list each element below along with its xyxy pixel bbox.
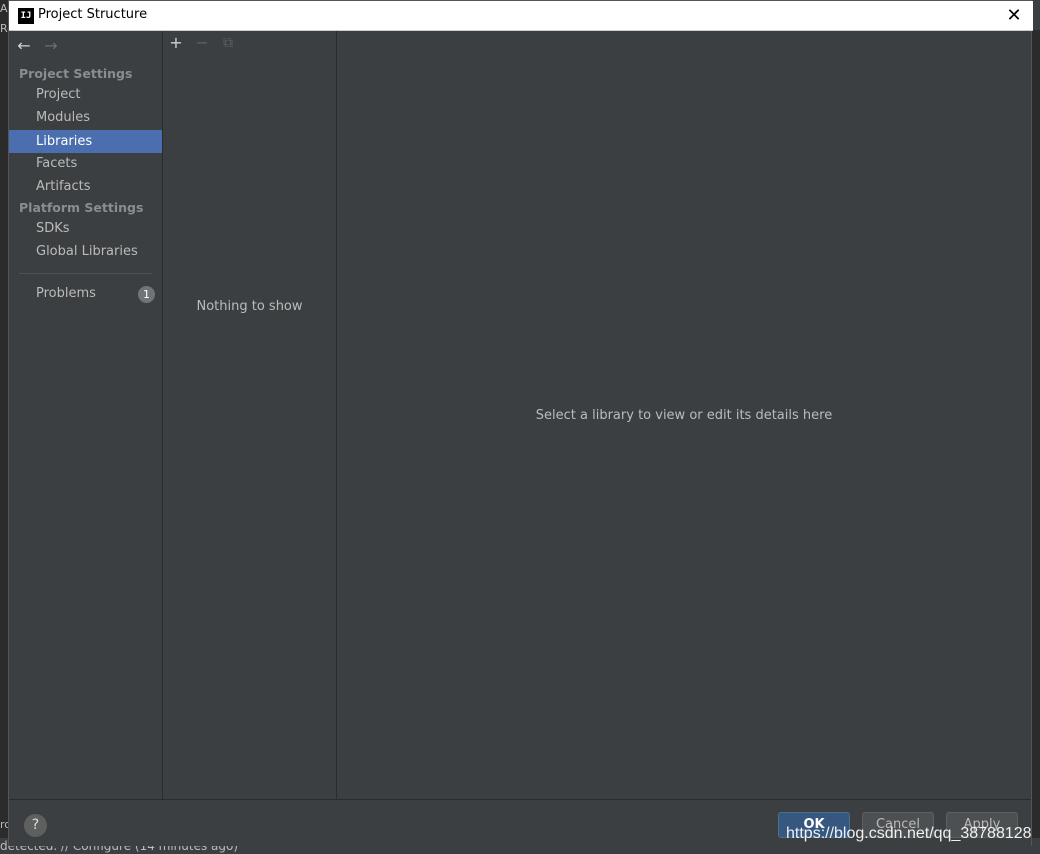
sidebar-item-modules[interactable]: Modules [9, 106, 162, 129]
project-settings-header: Project Settings [19, 66, 133, 81]
sidebar-item-label: Libraries [36, 134, 93, 149]
library-details-panel: Select a library to view or edit its det… [337, 31, 1031, 799]
sidebar-item-problems[interactable]: Problems 1 [9, 282, 162, 305]
sidebar-item-label: Artifacts [36, 179, 91, 194]
platform-settings-header: Platform Settings [19, 200, 144, 215]
add-icon[interactable]: + [167, 34, 185, 52]
help-button[interactable]: ? [24, 814, 47, 837]
window-title: Project Structure [38, 7, 148, 22]
sidebar-item-libraries[interactable]: Libraries [9, 130, 162, 153]
sidebar-item-label: SDKs [36, 221, 70, 236]
sidebar-divider [19, 273, 152, 274]
remove-icon[interactable]: − [193, 34, 211, 52]
sidebar-item-label: Project [36, 87, 81, 102]
sidebar-item-artifacts[interactable]: Artifacts [9, 175, 162, 198]
sidebar-item-label: Global Libraries [36, 244, 138, 259]
watermark-url: https://blog.csdn.net/qq_38788128 [786, 825, 1032, 842]
background-ide-strip: A Re ro [0, 0, 14, 854]
project-structure-dialog: IJ Project Structure ✕ ← → Project Setti… [8, 0, 1033, 846]
copy-icon[interactable]: ⧉ [219, 34, 237, 52]
sidebar-item-global-libraries[interactable]: Global Libraries [9, 240, 162, 263]
intellij-app-icon: IJ [18, 8, 34, 24]
forward-arrow-icon[interactable]: → [42, 37, 60, 55]
back-arrow-icon[interactable]: ← [15, 37, 33, 55]
sidebar-item-project[interactable]: Project [9, 83, 162, 106]
empty-list-text: Nothing to show [196, 299, 303, 314]
sidebar-item-label: Modules [36, 110, 91, 125]
problems-count-badge: 1 [138, 286, 155, 303]
details-placeholder-text: Select a library to view or edit its det… [535, 408, 833, 423]
sidebar-item-sdks[interactable]: SDKs [9, 217, 162, 240]
sidebar-item-label: Problems [36, 286, 96, 301]
sidebar-item-facets[interactable]: Facets [9, 152, 162, 175]
title-bar[interactable]: IJ Project Structure ✕ [9, 1, 1033, 31]
settings-sidebar: ← → Project Settings Project Modules Lib… [9, 31, 163, 799]
background-fragment: A [0, 2, 8, 15]
background-ide-strip-right [1032, 30, 1040, 854]
libraries-list-panel: + − ⧉ Nothing to show [163, 31, 337, 799]
sidebar-item-label: Facets [36, 156, 78, 171]
close-button[interactable]: ✕ [1003, 5, 1025, 27]
